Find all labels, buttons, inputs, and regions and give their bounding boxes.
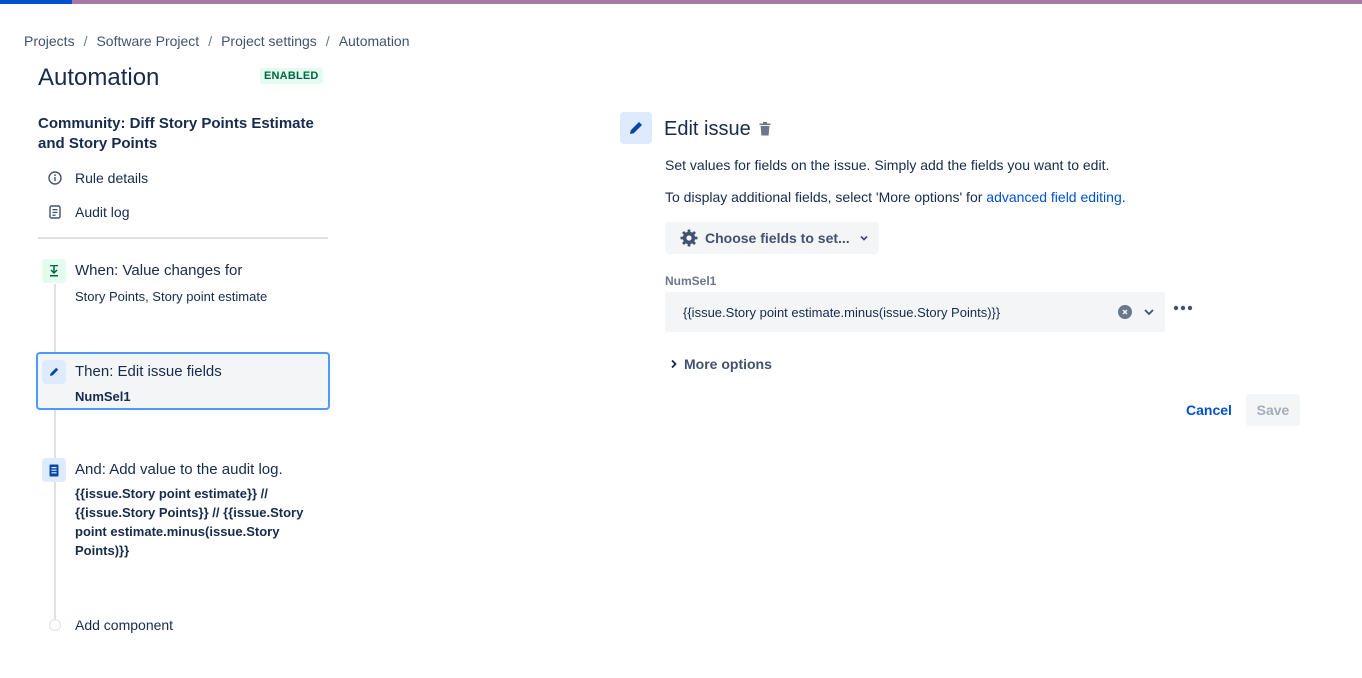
audit-component[interactable]: And: Add value to the audit log. {{issue… [38,458,328,568]
chevron-down-icon[interactable] [1141,304,1157,320]
rule-details-label: Rule details [75,170,149,186]
rule-name: Community: Diff Story Points Estimate an… [38,115,314,152]
top-progress-bar-active [0,0,72,4]
advanced-text-prefix: To display additional fields, select 'Mo… [665,189,987,205]
audit-log-link[interactable]: Audit log [46,203,129,221]
pencil-icon [620,112,652,144]
breadcrumb-automation[interactable]: Automation [339,33,410,49]
chevron-down-icon [858,232,870,244]
sidebar-divider [38,237,328,239]
trigger-subtitle: Story Points, Story point estimate [75,289,268,304]
save-button[interactable]: Save [1246,394,1300,426]
breadcrumb: Projects / Software Project / Project se… [24,32,410,50]
add-component-label: Add component [75,617,174,633]
more-options-label: More options [684,356,772,372]
choose-fields-button[interactable]: Choose fields to set... [665,222,879,254]
audit-log-icon [42,458,66,482]
breadcrumb-project-settings[interactable]: Project settings [221,33,317,49]
editor-title: Edit issue [664,118,751,140]
audit-log-label: Audit log [75,204,130,220]
component-timeline-line [54,284,56,624]
timeline-end-dot [49,619,61,631]
breadcrumb-separator: / [83,33,88,49]
field-value-text: {{issue.Story point estimate.minus(issue… [683,304,1001,320]
editor-description: Set values for fields on the issue. Simp… [665,157,1110,173]
advanced-text-suffix: . [1121,189,1126,205]
page-title: Automation [38,64,160,91]
choose-fields-label: Choose fields to set... [705,230,850,246]
cancel-button[interactable]: Cancel [1180,394,1238,426]
info-icon [46,169,64,187]
breadcrumb-separator: / [325,33,330,49]
trash-icon[interactable] [758,121,772,137]
field-label: NumSel1 [665,274,717,288]
trigger-title: When: Value changes for [75,262,243,279]
breadcrumb-separator: / [208,33,213,49]
pencil-icon [42,360,66,384]
add-component-button[interactable]: Add component [38,617,173,633]
audit-subtitle: {{issue.Story point estimate}} // {{issu… [75,486,304,558]
audit-title: And: Add value to the audit log. [75,461,283,478]
chevron-right-icon [668,358,680,370]
action-title: Then: Edit issue fields [75,363,222,380]
gear-icon [679,228,699,248]
trigger-component[interactable]: When: Value changes for Story Points, St… [38,259,328,309]
editor-description-advanced: To display additional fields, select 'Mo… [665,189,1126,205]
field-change-icon [42,259,66,283]
action-subtitle: NumSel1 [75,389,131,404]
action-component-selected[interactable]: Then: Edit issue fields NumSel1 [36,352,330,410]
field-value-input[interactable]: {{issue.Story point estimate.minus(issue… [665,292,1165,332]
more-actions-icon[interactable] [1172,298,1194,318]
top-progress-bar [0,0,1362,4]
breadcrumb-projects[interactable]: Projects [24,33,75,49]
breadcrumb-software-project[interactable]: Software Project [96,33,199,49]
advanced-field-editing-link[interactable]: advanced field editing [986,189,1121,205]
document-icon [46,203,64,221]
clear-icon[interactable] [1118,305,1132,319]
more-options-toggle[interactable]: More options [668,356,772,372]
rule-details-link[interactable]: Rule details [46,169,148,187]
status-badge: ENABLED [260,68,323,84]
